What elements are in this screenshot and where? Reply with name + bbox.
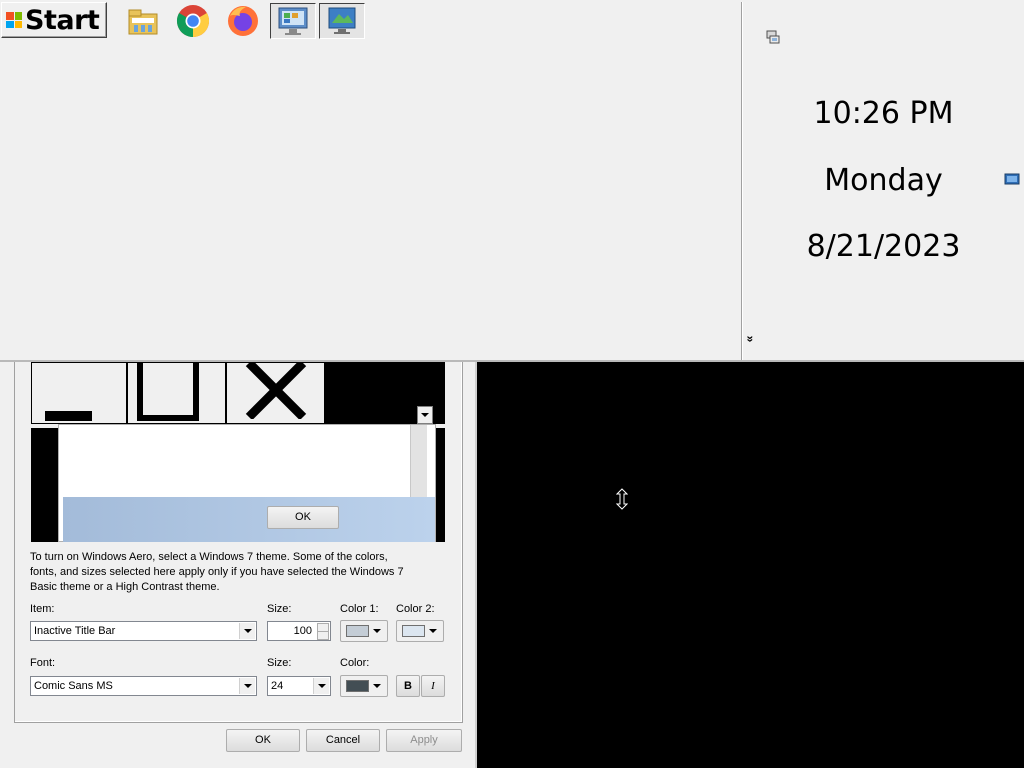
font-color-label: Color: bbox=[340, 657, 370, 669]
clock-date[interactable]: 8/21/2023 bbox=[742, 229, 1024, 264]
color2-label: Color 2: bbox=[396, 603, 435, 615]
windows-logo-icon bbox=[6, 12, 22, 28]
scroll-down-icon bbox=[421, 413, 429, 417]
item-size-label: Size: bbox=[267, 603, 292, 615]
firefox-button[interactable] bbox=[223, 3, 263, 39]
font-size-label: Size: bbox=[267, 657, 292, 669]
aero-info-text: To turn on Windows Aero, select a Window… bbox=[30, 550, 450, 595]
font-size-dropdown[interactable]: 24 bbox=[267, 676, 331, 696]
font-label: Font: bbox=[30, 657, 56, 669]
font-color-swatch bbox=[346, 680, 369, 692]
color2-swatch bbox=[402, 625, 425, 637]
preview-maximize-button[interactable] bbox=[127, 362, 226, 424]
maximize-icon bbox=[137, 363, 199, 421]
firefox-icon bbox=[228, 6, 258, 36]
close-icon bbox=[245, 363, 307, 419]
item-size-value: 100 bbox=[293, 625, 312, 637]
preview-scroll-down-button[interactable] bbox=[417, 406, 433, 424]
chevron-down-icon bbox=[239, 678, 255, 694]
notification-area: 10:26 PM Monday 8/21/2023 » bbox=[741, 2, 1024, 360]
resize-vertical-cursor-icon bbox=[616, 488, 628, 510]
file-explorer-icon bbox=[128, 9, 158, 35]
aero-info-line-2: fonts, and sizes selected here apply onl… bbox=[30, 566, 404, 578]
item-size-spinner[interactable]: 100 bbox=[267, 621, 331, 641]
taskbar: Start 10:26 PM Monday 8/21/2023 » bbox=[0, 0, 1024, 362]
preview-scrollbar[interactable] bbox=[410, 425, 427, 497]
font-dropdown-value: Comic Sans MS bbox=[34, 680, 113, 692]
show-desktop-icon bbox=[328, 7, 356, 34]
color2-picker[interactable] bbox=[396, 620, 444, 642]
action-center-tray-icon[interactable] bbox=[1004, 173, 1020, 190]
start-label: Start bbox=[25, 4, 100, 36]
font-size-value: 24 bbox=[271, 680, 284, 692]
network-tray-icon[interactable] bbox=[765, 29, 781, 48]
ok-button[interactable]: OK bbox=[226, 729, 300, 752]
chevron-down-icon bbox=[373, 684, 381, 688]
color1-label: Color 1: bbox=[340, 603, 379, 615]
aero-info-line-3: Basic theme or a High Contrast theme. bbox=[30, 581, 220, 593]
color1-picker[interactable] bbox=[340, 620, 388, 642]
preview-ok-button[interactable]: OK bbox=[267, 506, 339, 529]
minimize-icon bbox=[45, 411, 92, 421]
preview-message-titlebar bbox=[63, 497, 435, 542]
bold-toggle[interactable]: B bbox=[396, 675, 420, 697]
control-panel-icon bbox=[278, 7, 308, 35]
chrome-button[interactable] bbox=[173, 3, 213, 39]
cancel-button[interactable]: Cancel bbox=[306, 729, 380, 752]
item-dropdown[interactable]: Inactive Title Bar bbox=[30, 621, 257, 641]
item-label: Item: bbox=[30, 603, 55, 615]
control-panel-button[interactable] bbox=[270, 3, 316, 39]
show-desktop-button[interactable] bbox=[319, 3, 365, 39]
preview-message-window: OK bbox=[58, 424, 436, 542]
monitor-icon bbox=[1004, 173, 1020, 185]
apply-button[interactable]: Apply bbox=[386, 729, 462, 752]
preview-close-button[interactable] bbox=[226, 362, 325, 424]
size-down-icon[interactable] bbox=[317, 631, 329, 640]
font-color-picker[interactable] bbox=[340, 675, 388, 697]
appearance-preview[interactable]: OK bbox=[31, 362, 445, 542]
chrome-icon bbox=[176, 5, 210, 38]
chevron-down-icon bbox=[239, 623, 255, 639]
italic-toggle[interactable]: I bbox=[421, 675, 445, 697]
chevron-down-icon bbox=[373, 629, 381, 633]
file-explorer-button[interactable] bbox=[123, 3, 163, 39]
start-button[interactable]: Start bbox=[1, 2, 107, 38]
aero-info-line-1: To turn on Windows Aero, select a Window… bbox=[30, 551, 388, 563]
preview-minimize-button[interactable] bbox=[31, 362, 127, 424]
clock-day[interactable]: Monday bbox=[742, 163, 1024, 198]
font-dropdown[interactable]: Comic Sans MS bbox=[30, 676, 257, 696]
color1-swatch bbox=[346, 625, 369, 637]
network-icon bbox=[766, 30, 780, 44]
item-dropdown-value: Inactive Title Bar bbox=[34, 625, 116, 637]
chevron-down-icon bbox=[429, 629, 437, 633]
tray-expand-chevron-icon[interactable]: » bbox=[743, 336, 757, 343]
clock-time[interactable]: 10:26 PM bbox=[742, 96, 1024, 131]
window-color-appearance-dialog: OK To turn on Windows Aero, select a Win… bbox=[0, 362, 477, 768]
chevron-down-icon bbox=[313, 678, 329, 694]
